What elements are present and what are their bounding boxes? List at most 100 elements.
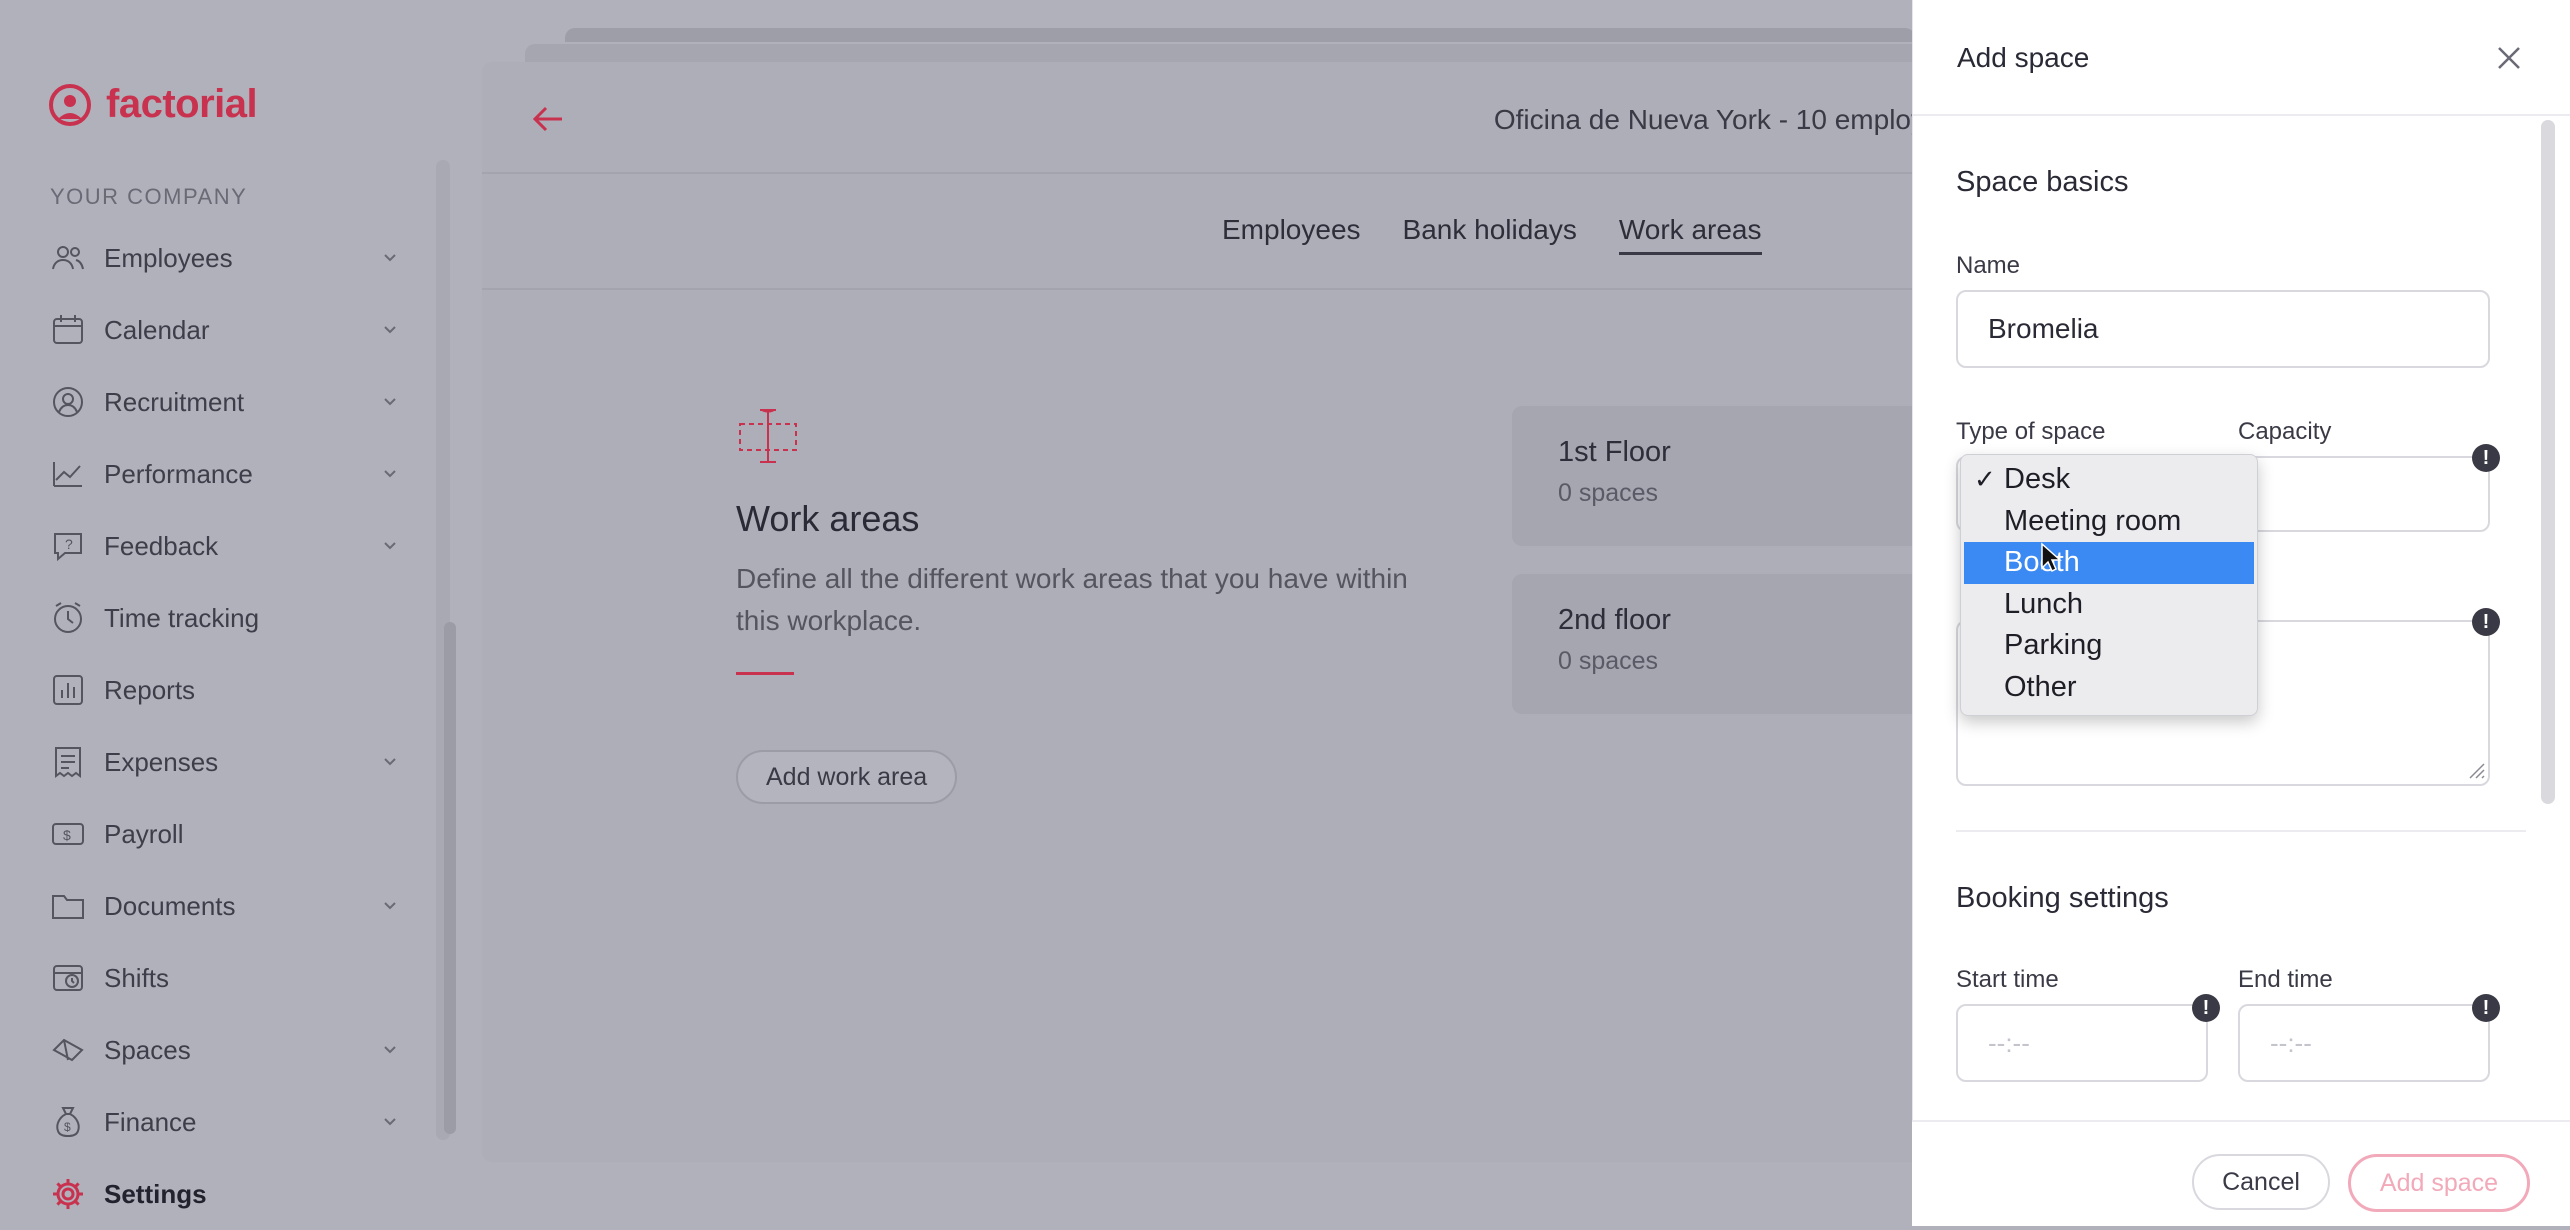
alert-icon: !	[2192, 994, 2220, 1022]
resize-grip-icon[interactable]	[2464, 758, 2486, 780]
panel-scrollbar[interactable]	[2541, 120, 2555, 804]
dropdown-option-desk[interactable]: ✓ Desk	[1964, 459, 2254, 501]
card-header: Oficina de Nueva York - 10 employees	[482, 62, 1982, 174]
recruitment-icon	[50, 384, 86, 420]
sidebar-item-label: Recruitment	[104, 386, 245, 417]
option-label: Other	[2004, 670, 2077, 703]
back-arrow-icon[interactable]	[526, 96, 572, 142]
tab-work-areas[interactable]: Work areas	[1618, 214, 1762, 255]
chevron-down-icon	[384, 1118, 396, 1126]
add-work-area-button[interactable]: Add work area	[736, 750, 958, 804]
end-time-input[interactable]: --:--	[2238, 1004, 2490, 1082]
divider	[482, 288, 1982, 290]
sidebar-item-label: Reports	[104, 674, 196, 705]
add-space-button[interactable]: Add space	[2348, 1154, 2530, 1212]
name-label: Name	[1956, 252, 2021, 279]
svg-text:$: $	[63, 827, 71, 843]
sidebar-scrollbar-thumb[interactable]	[444, 622, 456, 1134]
sidebar-item-shifts[interactable]: Shifts	[50, 942, 400, 1014]
checkmark-icon: ✓	[1974, 464, 1996, 495]
sidebar-item-employees[interactable]: Employees	[50, 222, 400, 294]
page-title: Oficina de Nueva York - 10 employees	[1493, 104, 1971, 135]
option-label: Parking	[2004, 629, 2103, 662]
sidebar-item-label: Calendar	[104, 314, 210, 345]
start-time-placeholder: --:--	[1988, 1027, 2030, 1058]
panel-title: Add space	[1957, 42, 2090, 73]
sidebar-item-payroll[interactable]: $ Payroll	[50, 798, 400, 870]
booking-settings-heading: Booking settings	[1956, 882, 2169, 914]
start-time-input[interactable]: --:--	[1956, 1004, 2208, 1082]
svg-text:?: ?	[65, 536, 73, 552]
tab-bank-holidays[interactable]: Bank holidays	[1403, 214, 1577, 255]
feedback-icon: ?	[50, 528, 86, 564]
sidebar-item-label: Settings	[104, 1178, 207, 1209]
work-areas-description: Define all the different work areas that…	[736, 563, 1408, 636]
clock-icon	[50, 600, 86, 636]
alert-icon: !	[2472, 994, 2500, 1022]
factorial-logo-icon	[49, 83, 91, 126]
chevron-down-icon	[384, 542, 396, 550]
sidebar-item-reports[interactable]: Reports	[50, 654, 400, 726]
close-icon[interactable]	[2493, 42, 2525, 74]
name-input[interactable]: Bromelia	[1956, 290, 2490, 368]
capacity-label: Capacity	[2238, 418, 2332, 445]
sidebar-item-time-tracking[interactable]: Time tracking	[50, 582, 400, 654]
sidebar-nav: Employees Calendar Recruitment Performan…	[50, 222, 400, 1230]
sidebar-item-feedback[interactable]: ? Feedback	[50, 510, 400, 582]
chevron-down-icon	[384, 1046, 396, 1054]
sidebar-item-label: Time tracking	[104, 602, 260, 633]
sidebar: factorial YOUR COMPANY Employees Calenda…	[0, 0, 456, 1226]
gear-icon	[50, 1176, 86, 1212]
sidebar-item-performance[interactable]: Performance	[50, 438, 400, 510]
alert-icon: !	[2472, 608, 2500, 636]
sidebar-item-label: Payroll	[104, 818, 184, 849]
chevron-down-icon	[384, 254, 396, 262]
sidebar-item-calendar[interactable]: Calendar	[50, 294, 400, 366]
receipt-icon	[50, 744, 86, 780]
option-label: Meeting room	[2004, 504, 2182, 537]
sidebar-item-documents[interactable]: Documents	[50, 870, 400, 942]
dropdown-option-parking[interactable]: Parking	[1964, 625, 2254, 667]
chevron-down-icon	[384, 398, 396, 406]
chevron-down-icon	[384, 758, 396, 766]
sidebar-item-expenses[interactable]: Expenses	[50, 726, 400, 798]
dropdown-option-lunch[interactable]: Lunch	[1964, 584, 2254, 626]
workplace-card: Oficina de Nueva York - 10 employees Emp…	[482, 62, 1982, 1162]
sidebar-item-label: Performance	[104, 458, 253, 489]
name-input-value: Bromelia	[1988, 313, 2099, 344]
mouse-cursor-icon	[2041, 542, 2062, 573]
work-area-icon	[739, 409, 797, 463]
option-label: Lunch	[2004, 587, 2084, 620]
calendar-icon	[50, 312, 86, 348]
dropdown-option-other[interactable]: Other	[1964, 667, 2254, 709]
tab-bar: Employees Bank holidays Work areas	[1222, 214, 1762, 255]
end-time-label: End time	[2238, 966, 2333, 993]
accent-line	[736, 672, 794, 675]
sidebar-item-label: Feedback	[104, 530, 219, 561]
sidebar-item-label: Shifts	[104, 962, 170, 993]
chevron-down-icon	[384, 326, 396, 334]
sidebar-item-spaces[interactable]: Spaces	[50, 1014, 400, 1086]
sidebar-item-label: Documents	[104, 890, 236, 921]
sidebar-item-recruitment[interactable]: Recruitment	[50, 366, 400, 438]
dropdown-option-booth[interactable]: Booth	[1964, 542, 2254, 584]
chart-icon	[50, 456, 86, 492]
panel-header: Add space	[1913, 0, 2570, 116]
tab-employees[interactable]: Employees	[1222, 214, 1361, 255]
sidebar-item-finance[interactable]: $ Finance	[50, 1086, 400, 1158]
dropdown-option-meeting-room[interactable]: Meeting room	[1964, 501, 2254, 543]
people-icon	[50, 240, 86, 276]
end-time-placeholder: --:--	[2270, 1027, 2312, 1058]
card-stack-back	[565, 28, 1915, 42]
svg-text:$: $	[64, 1120, 71, 1134]
cancel-button[interactable]: Cancel	[2192, 1154, 2330, 1210]
brand-logo[interactable]: factorial	[48, 82, 258, 127]
spaces-icon	[50, 1032, 86, 1068]
sidebar-item-settings[interactable]: Settings	[50, 1158, 400, 1230]
start-time-label: Start time	[1956, 966, 2059, 993]
section-label: YOUR COMPANY	[50, 184, 248, 209]
type-of-space-label: Type of space	[1956, 418, 2106, 445]
capacity-input[interactable]	[2238, 456, 2490, 532]
sidebar-item-label: Finance	[104, 1106, 197, 1137]
space-basics-heading: Space basics	[1956, 166, 2129, 198]
